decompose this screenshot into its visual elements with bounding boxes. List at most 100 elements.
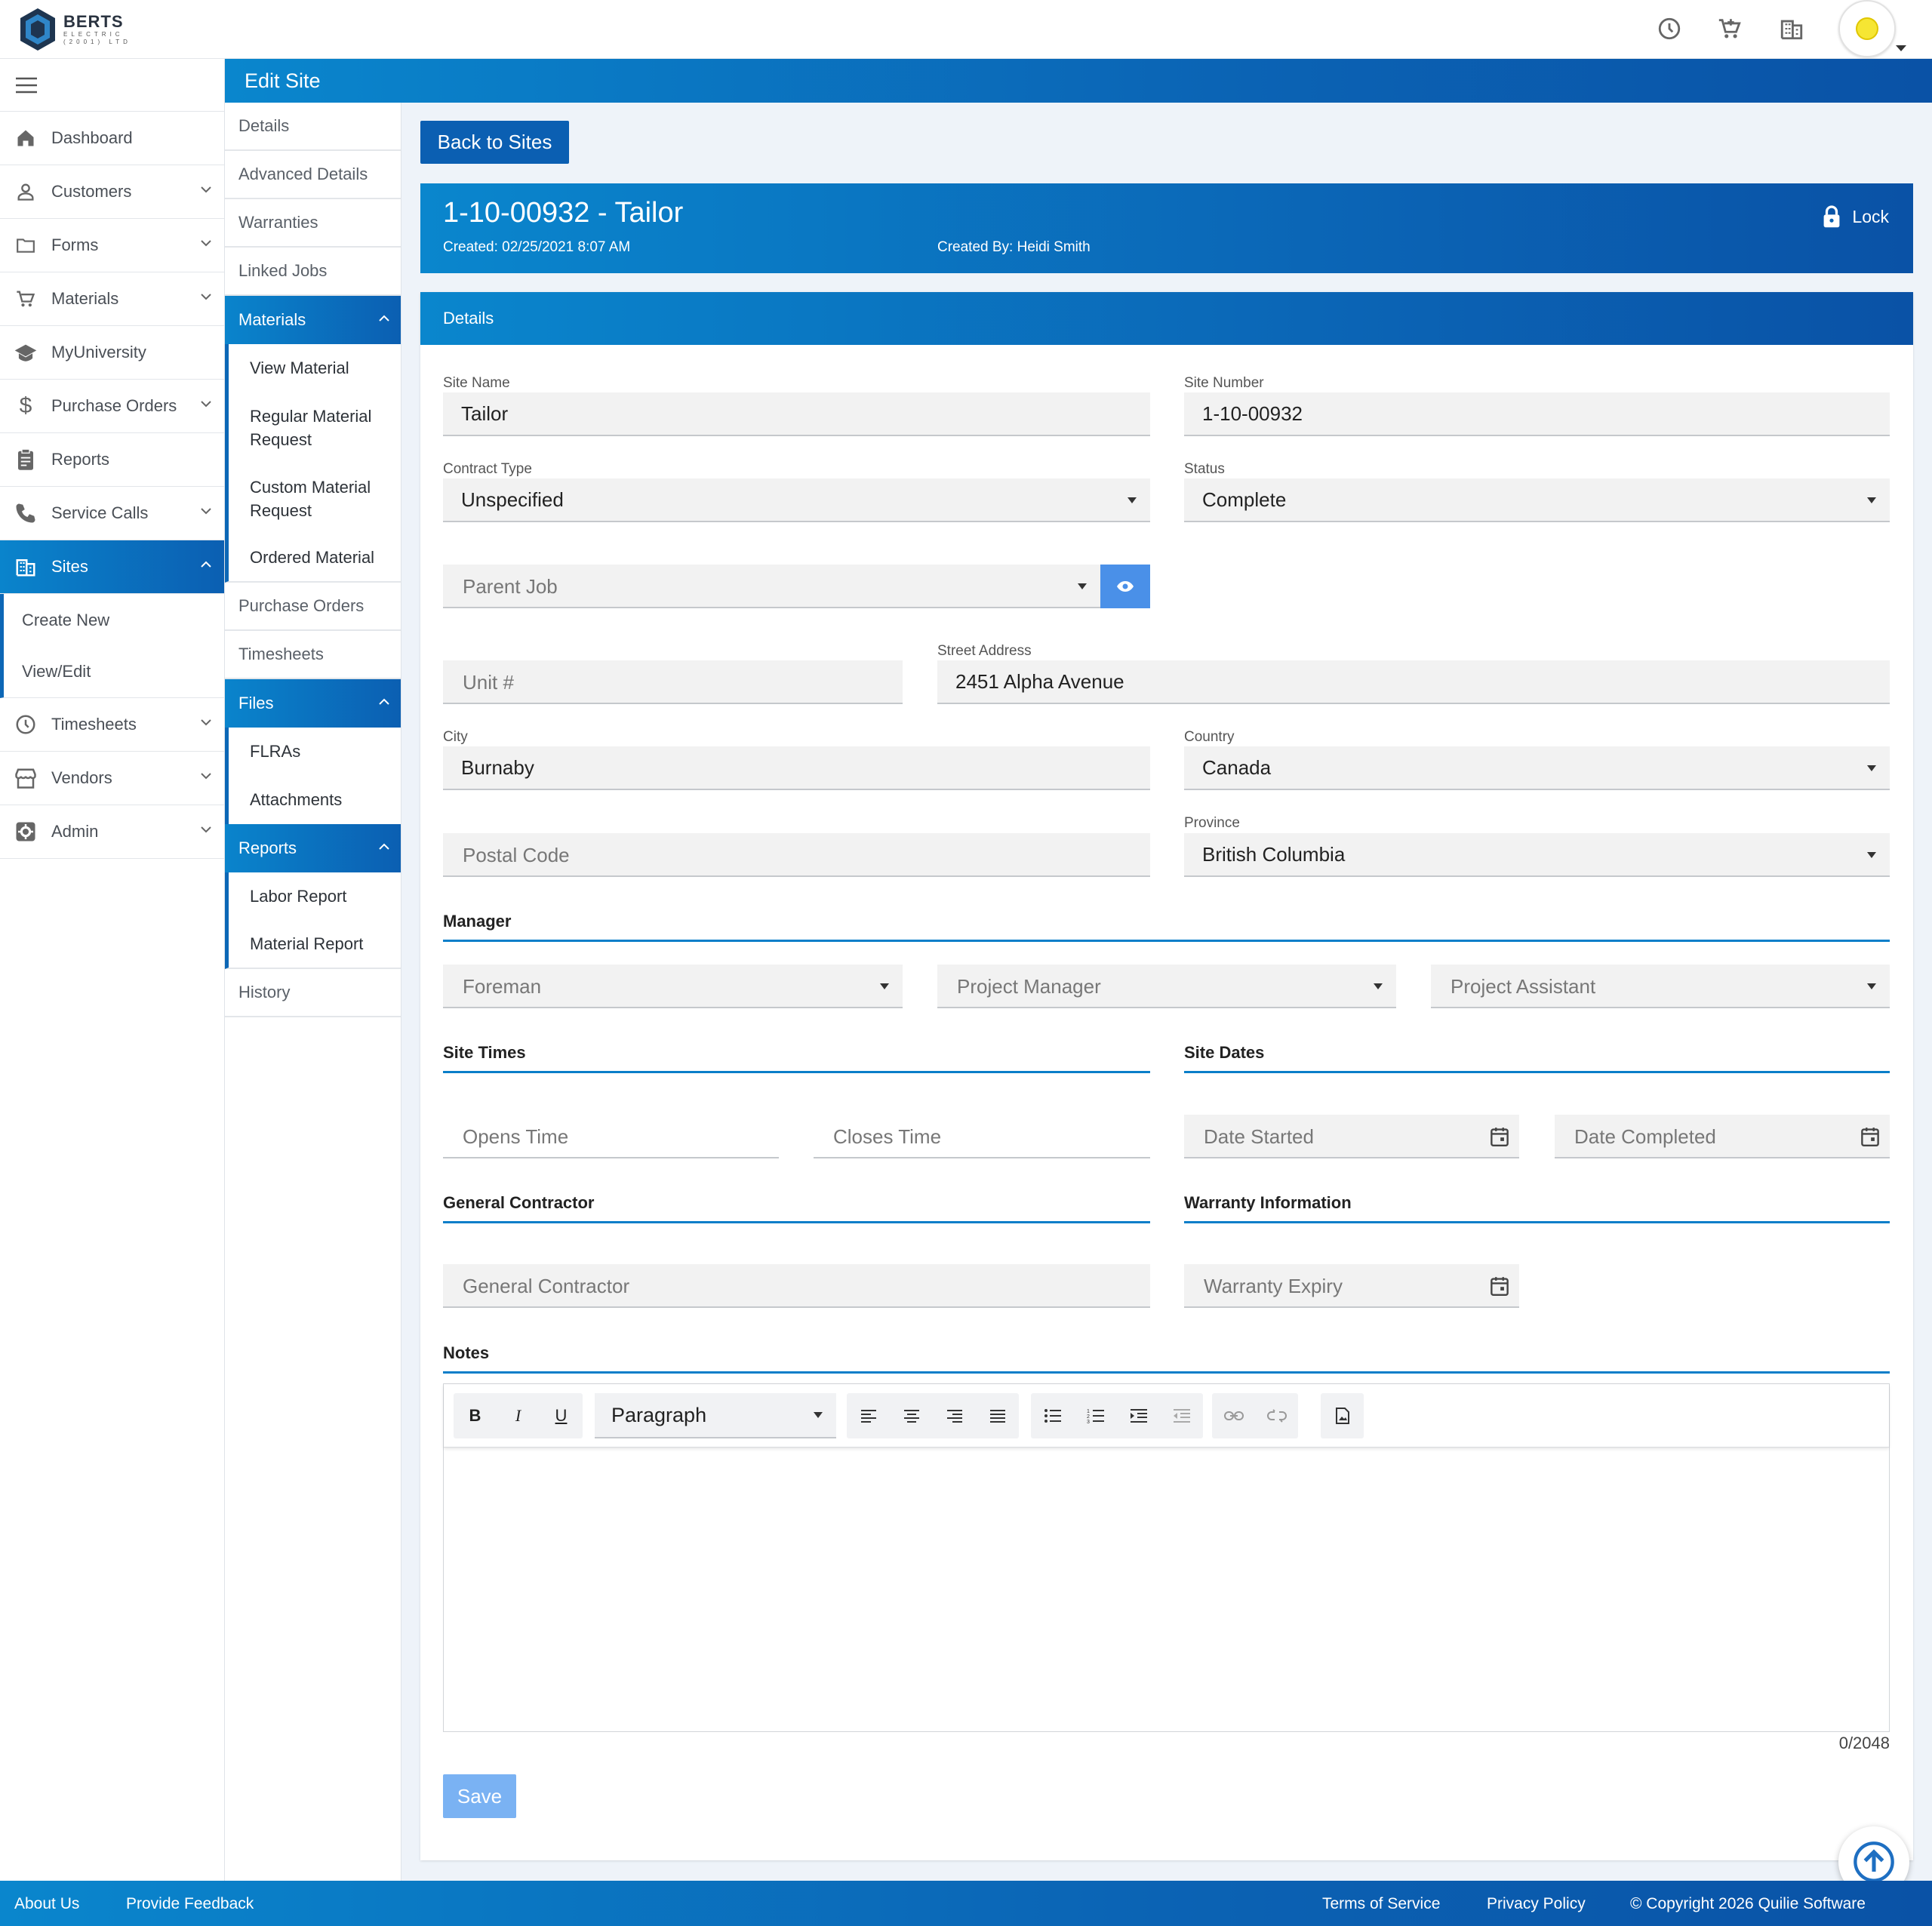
general-contractor-field[interactable]: General Contractor (443, 1264, 1150, 1308)
sidebar-item-myuniversity[interactable]: MyUniversity (0, 326, 224, 380)
subnav-linked-jobs[interactable]: Linked Jobs (225, 248, 401, 296)
contract-type-select[interactable]: Unspecified (443, 478, 1150, 522)
chevron-down-icon[interactable] (200, 292, 212, 301)
sidebar-item-service-calls[interactable]: Service Calls (0, 487, 224, 540)
numbered-list-icon[interactable]: 123 (1074, 1393, 1117, 1438)
warranty-expiry-field[interactable]: Warranty Expiry (1184, 1264, 1519, 1308)
sidebar-item-customers[interactable]: Customers (0, 165, 224, 219)
calendar-icon[interactable] (1491, 1276, 1509, 1296)
chevron-up-icon[interactable] (200, 560, 212, 569)
footer-about-link[interactable]: About Us (14, 1895, 79, 1913)
indent-icon[interactable] (1117, 1393, 1160, 1438)
sidebar-item-admin[interactable]: Admin (0, 805, 224, 859)
company-logo[interactable]: BERTS ELECTRIC (2001) LTD (18, 6, 139, 53)
avatar-caret-icon[interactable] (1896, 45, 1906, 51)
notes-editor[interactable]: B I U Paragraph 123 (443, 1383, 1890, 1732)
calendar-icon[interactable] (1491, 1127, 1509, 1146)
chevron-down-icon[interactable] (200, 399, 212, 408)
project-manager-select[interactable]: Project Manager (937, 965, 1396, 1008)
cart-icon[interactable] (1715, 14, 1745, 44)
subnav-custom-material-request[interactable]: Custom Material Request (225, 463, 401, 534)
date-started-field[interactable]: Date Started (1184, 1115, 1519, 1158)
chevron-down-icon[interactable] (200, 825, 212, 834)
date-completed-field[interactable]: Date Completed (1555, 1115, 1890, 1158)
align-center-icon[interactable] (890, 1393, 933, 1438)
image-group (1321, 1393, 1364, 1438)
footer-terms-link[interactable]: Terms of Service (1322, 1895, 1440, 1913)
footer-privacy-link[interactable]: Privacy Policy (1487, 1895, 1586, 1913)
subnav-regular-material-request[interactable]: Regular Material Request (225, 392, 401, 463)
chevron-down-icon[interactable] (200, 185, 212, 194)
subnav-advanced-details[interactable]: Advanced Details (225, 151, 401, 199)
subnav-purchase-orders[interactable]: Purchase Orders (225, 583, 401, 631)
province-select[interactable]: British Columbia (1184, 833, 1890, 877)
link-icon[interactable] (1212, 1393, 1255, 1438)
subnav-attachments[interactable]: Attachments (225, 776, 401, 824)
subnav-files-header[interactable]: Files (225, 679, 401, 728)
sidebar-item-timesheets[interactable]: Timesheets (0, 698, 224, 752)
sidebar-item-vendors[interactable]: Vendors (0, 752, 224, 805)
unlink-icon[interactable] (1255, 1393, 1298, 1438)
chevron-down-icon[interactable] (200, 771, 212, 780)
subnav-flras[interactable]: FLRAs (225, 728, 401, 776)
chevron-up-icon[interactable] (378, 842, 390, 851)
sidebar-item-materials[interactable]: Materials (0, 272, 224, 326)
subnav-reports-header[interactable]: Reports (225, 824, 401, 872)
calendar-icon[interactable] (1861, 1127, 1879, 1146)
hamburger-menu-icon[interactable] (0, 59, 224, 112)
footer-feedback-link[interactable]: Provide Feedback (126, 1895, 254, 1913)
subnav-ordered-material[interactable]: Ordered Material (225, 534, 401, 583)
align-left-icon[interactable] (847, 1393, 890, 1438)
sidebar-subitem-create-new[interactable]: Create New (0, 594, 224, 646)
underline-button[interactable]: U (540, 1393, 583, 1438)
foreman-select[interactable]: Foreman (443, 965, 903, 1008)
city-field[interactable]: Burnaby (443, 746, 1150, 790)
building-icon[interactable] (1777, 14, 1807, 44)
subnav-warranties[interactable]: Warranties (225, 199, 401, 248)
italic-button[interactable]: I (497, 1393, 540, 1438)
subnav-timesheets[interactable]: Timesheets (225, 631, 401, 679)
sidebar-item-forms[interactable]: Forms (0, 219, 224, 272)
sidebar-item-reports[interactable]: Reports (0, 433, 224, 487)
back-to-sites-button[interactable]: Back to Sites (420, 121, 569, 164)
bold-button[interactable]: B (454, 1393, 497, 1438)
subnav-material-report[interactable]: Material Report (225, 921, 401, 969)
insert-image-icon[interactable] (1321, 1393, 1364, 1438)
site-number-field[interactable]: 1-10-00932 (1184, 392, 1890, 436)
sidebar-item-purchase-orders[interactable]: $ Purchase Orders (0, 380, 224, 433)
subnav-details[interactable]: Details (225, 103, 401, 151)
status-select[interactable]: Complete (1184, 478, 1890, 522)
lock-button[interactable]: Lock (1822, 205, 1889, 229)
project-assistant-select[interactable]: Project Assistant (1431, 965, 1890, 1008)
subnav-materials-header[interactable]: Materials (225, 296, 401, 344)
chevron-up-icon[interactable] (378, 314, 390, 323)
subnav-history[interactable]: History (225, 969, 401, 1017)
bulleted-list-icon[interactable] (1031, 1393, 1074, 1438)
sidebar-item-dashboard[interactable]: Dashboard (0, 112, 224, 165)
save-button[interactable]: Save (443, 1774, 516, 1818)
chevron-down-icon[interactable] (200, 238, 212, 248)
parent-job-select[interactable]: Parent Job (443, 565, 1100, 608)
user-avatar[interactable] (1838, 0, 1899, 57)
unit-field[interactable]: Unit # (443, 660, 903, 704)
country-select[interactable]: Canada (1184, 746, 1890, 790)
country-label: Country (1184, 729, 1235, 745)
chevron-down-icon[interactable] (200, 506, 212, 515)
postal-code-field[interactable]: Postal Code (443, 833, 1150, 877)
paragraph-format-select[interactable]: Paragraph (595, 1393, 836, 1438)
align-justify-icon[interactable] (976, 1393, 1019, 1438)
subnav-labor-report[interactable]: Labor Report (225, 872, 401, 921)
chevron-down-icon[interactable] (200, 718, 212, 727)
history-icon[interactable] (1654, 14, 1684, 44)
align-right-icon[interactable] (933, 1393, 976, 1438)
sidebar-item-sites[interactable]: Sites (0, 540, 224, 594)
opens-time-field[interactable]: Opens Time (443, 1115, 779, 1158)
closes-time-field[interactable]: Closes Time (814, 1115, 1150, 1158)
view-parent-job-button[interactable] (1100, 565, 1150, 608)
subnav-view-material[interactable]: View Material (225, 344, 401, 392)
chevron-up-icon[interactable] (378, 697, 390, 706)
site-name-field[interactable]: Tailor (443, 392, 1150, 436)
sidebar-subitem-view-edit[interactable]: View/Edit (0, 646, 224, 698)
street-address-field[interactable]: 2451 Alpha Avenue (937, 660, 1890, 704)
outdent-icon[interactable] (1160, 1393, 1203, 1438)
